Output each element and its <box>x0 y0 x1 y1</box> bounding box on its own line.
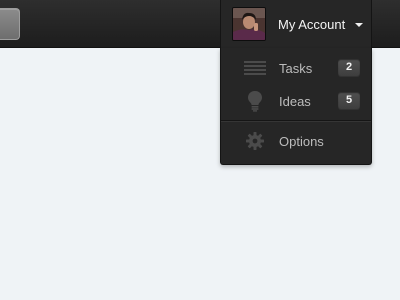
top-navigation-bar: My Account <box>0 0 400 48</box>
list-lines-icon <box>243 57 267 79</box>
my-account-label: My Account <box>278 17 346 32</box>
lightbulb-icon <box>243 90 267 112</box>
menu-item-label: Options <box>279 134 324 149</box>
menu-item-ideas[interactable]: Ideas 5 <box>221 86 371 116</box>
toolbar-button-partial[interactable] <box>0 8 20 40</box>
avatar[interactable] <box>232 7 266 41</box>
count-badge: 2 <box>338 59 360 76</box>
menu-item-tasks[interactable]: Tasks 2 <box>221 53 371 83</box>
count-badge: 5 <box>338 92 360 109</box>
my-account-dropdown-toggle[interactable]: My Account <box>220 0 372 48</box>
menu-divider <box>221 120 371 122</box>
menu-item-label: Tasks <box>279 61 313 76</box>
menu-item-label: Ideas <box>279 94 311 109</box>
menu-item-options[interactable]: Options <box>221 126 371 156</box>
gear-icon <box>243 130 267 152</box>
caret-down-icon <box>355 23 363 27</box>
account-dropdown-menu: Tasks 2 Ideas 5 Options <box>220 48 372 165</box>
